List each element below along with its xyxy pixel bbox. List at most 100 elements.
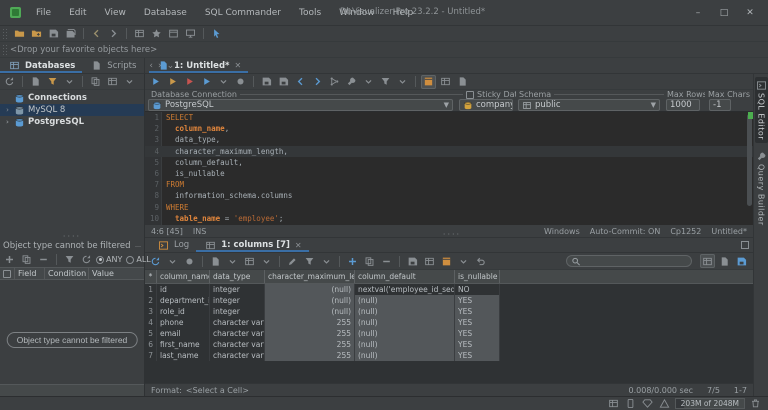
database-select[interactable]: company ▼ xyxy=(459,99,513,111)
expand-chevron-icon[interactable]: › xyxy=(4,118,11,126)
chev-icon[interactable] xyxy=(259,254,274,268)
undo-icon[interactable] xyxy=(473,254,488,268)
warn-icon[interactable] xyxy=(657,397,672,410)
arrow-right-icon[interactable] xyxy=(106,27,121,41)
copy-icon[interactable] xyxy=(362,254,377,268)
cell-is_nullable[interactable]: NO xyxy=(455,284,500,295)
chev-icon[interactable] xyxy=(165,254,180,268)
code-line-8[interactable]: 8 information_schema.columns xyxy=(145,190,753,201)
code-line-1[interactable]: 1SELECT xyxy=(145,112,753,123)
cell-column_default[interactable]: (null) xyxy=(355,350,455,361)
star-icon[interactable] xyxy=(149,27,164,41)
wrench-icon[interactable] xyxy=(344,75,359,89)
code-line-6[interactable]: 6 is_nullable xyxy=(145,168,753,179)
refresh-icon[interactable] xyxy=(2,75,17,89)
play-icon[interactable] xyxy=(148,75,163,89)
chev-icon[interactable] xyxy=(456,254,471,268)
tab-databases[interactable]: Databases xyxy=(0,58,82,73)
cell-data_type[interactable]: integer xyxy=(210,306,265,317)
plus-icon[interactable] xyxy=(2,253,17,267)
side-tab-sql-editor[interactable]: SQL Editor xyxy=(755,77,768,143)
doc-icon[interactable] xyxy=(717,254,732,268)
doc-icon[interactable] xyxy=(208,254,223,268)
refresh-icon[interactable] xyxy=(79,253,94,267)
phone-icon[interactable] xyxy=(623,397,638,410)
row-number[interactable]: 4 xyxy=(145,317,157,328)
sidebar-splitter-handle[interactable]: ···· xyxy=(0,232,144,240)
cell-character_maximum_length[interactable]: 255 xyxy=(265,317,355,328)
book-icon[interactable] xyxy=(439,254,454,268)
close-tab-icon[interactable]: ✕ xyxy=(295,241,302,250)
cell-character_maximum_length[interactable]: (null) xyxy=(265,306,355,317)
table-row-6[interactable]: 6first_namecharacter varying255(null)YES xyxy=(145,339,753,350)
table-icon[interactable] xyxy=(242,254,257,268)
schema-select[interactable]: public ▼ xyxy=(518,99,660,111)
cell-column_default[interactable]: nextval('employee_id_seq'::regclass) xyxy=(355,284,455,295)
cell-data_type[interactable]: character varying xyxy=(210,350,265,361)
maximize-results-icon[interactable] xyxy=(741,241,749,249)
row-number[interactable]: 1 xyxy=(145,284,157,295)
code-line-7[interactable]: 7FROM xyxy=(145,179,753,190)
table-icon[interactable] xyxy=(105,75,120,89)
cell-is_nullable[interactable]: YES xyxy=(455,350,500,361)
branch-icon[interactable] xyxy=(327,75,342,89)
cell-data_type[interactable]: integer xyxy=(210,295,265,306)
menu-sql-commander[interactable]: SQL Commander xyxy=(198,6,288,20)
tree-root-connections[interactable]: Connections xyxy=(0,92,144,104)
cell-column_name[interactable]: email xyxy=(157,328,210,339)
grid-col-header-is_nullable[interactable]: is_nullable xyxy=(455,270,500,283)
tree-item-postgresql[interactable]: ›PostgreSQL xyxy=(0,116,144,128)
table-icon[interactable] xyxy=(132,27,147,41)
refresh-icon[interactable] xyxy=(148,254,163,268)
filter-disabled-button[interactable]: Object type cannot be filtered xyxy=(7,332,138,348)
funnel-icon[interactable] xyxy=(62,253,77,267)
database-connection-select[interactable]: PostgreSQL ▼ xyxy=(148,99,453,111)
tree-item-mysql-8[interactable]: ›MySQL 8 xyxy=(0,104,144,116)
sql-editor[interactable]: 1SELECT2 column_name,3 data_type,4 chara… xyxy=(145,112,753,225)
cell-column_default[interactable]: (null) xyxy=(355,295,455,306)
table-icon[interactable] xyxy=(422,254,437,268)
grid-corner-header[interactable]: * xyxy=(145,270,157,283)
close-tab-icon[interactable]: ✕ xyxy=(234,61,241,70)
tab-scripts[interactable]: Scripts xyxy=(82,58,143,73)
cursor-icon[interactable] xyxy=(209,27,224,41)
table-row-5[interactable]: 5emailcharacter varying255(null)YES xyxy=(145,328,753,339)
arrow-right-icon[interactable] xyxy=(310,75,325,89)
editor-scrollbar[interactable] xyxy=(747,114,752,206)
monitor-icon[interactable] xyxy=(183,27,198,41)
menu-edit[interactable]: Edit xyxy=(62,6,93,20)
chev-icon[interactable] xyxy=(62,75,77,89)
table-icon[interactable] xyxy=(438,75,453,89)
cell-column_name[interactable]: id xyxy=(157,284,210,295)
cell-column_name[interactable]: phone xyxy=(157,317,210,328)
grid-col-header-column_default[interactable]: column_default xyxy=(355,270,455,283)
table-icon[interactable] xyxy=(606,397,621,410)
radio-any[interactable]: ANY xyxy=(96,255,122,264)
row-number[interactable]: 3 xyxy=(145,306,157,317)
code-line-9[interactable]: 9WHERE xyxy=(145,202,753,213)
pencil-icon[interactable] xyxy=(285,254,300,268)
cell-character_maximum_length[interactable]: (null) xyxy=(265,284,355,295)
table-row-2[interactable]: 2department_idinteger(null)(null)YES xyxy=(145,295,753,306)
row-number[interactable]: 7 xyxy=(145,350,157,361)
max-rows-input[interactable]: 1000 xyxy=(666,99,700,111)
plus-icon[interactable] xyxy=(345,254,360,268)
memory-indicator[interactable]: 203M of 2048M xyxy=(675,398,745,409)
cell-column_name[interactable]: last_name xyxy=(157,350,210,361)
menu-tools[interactable]: Tools xyxy=(292,6,328,20)
cell-is_nullable[interactable]: YES xyxy=(455,306,500,317)
grid-col-header-character_maximum_length[interactable]: character_maximum_length xyxy=(265,270,355,283)
copy-icon[interactable] xyxy=(88,75,103,89)
cell-data_type[interactable]: character varying xyxy=(210,328,265,339)
book-icon[interactable] xyxy=(421,75,436,89)
cell-is_nullable[interactable]: YES xyxy=(455,328,500,339)
row-number[interactable]: 6 xyxy=(145,339,157,350)
chev-icon[interactable] xyxy=(225,254,240,268)
play-icon[interactable] xyxy=(182,75,197,89)
grid-col-header-data_type[interactable]: data_type xyxy=(210,270,265,283)
save-icon[interactable] xyxy=(405,254,420,268)
play-icon[interactable] xyxy=(165,75,180,89)
cell-character_maximum_length[interactable]: 255 xyxy=(265,350,355,361)
cell-data_type[interactable]: character varying xyxy=(210,317,265,328)
toolbar-grip[interactable] xyxy=(2,28,7,40)
